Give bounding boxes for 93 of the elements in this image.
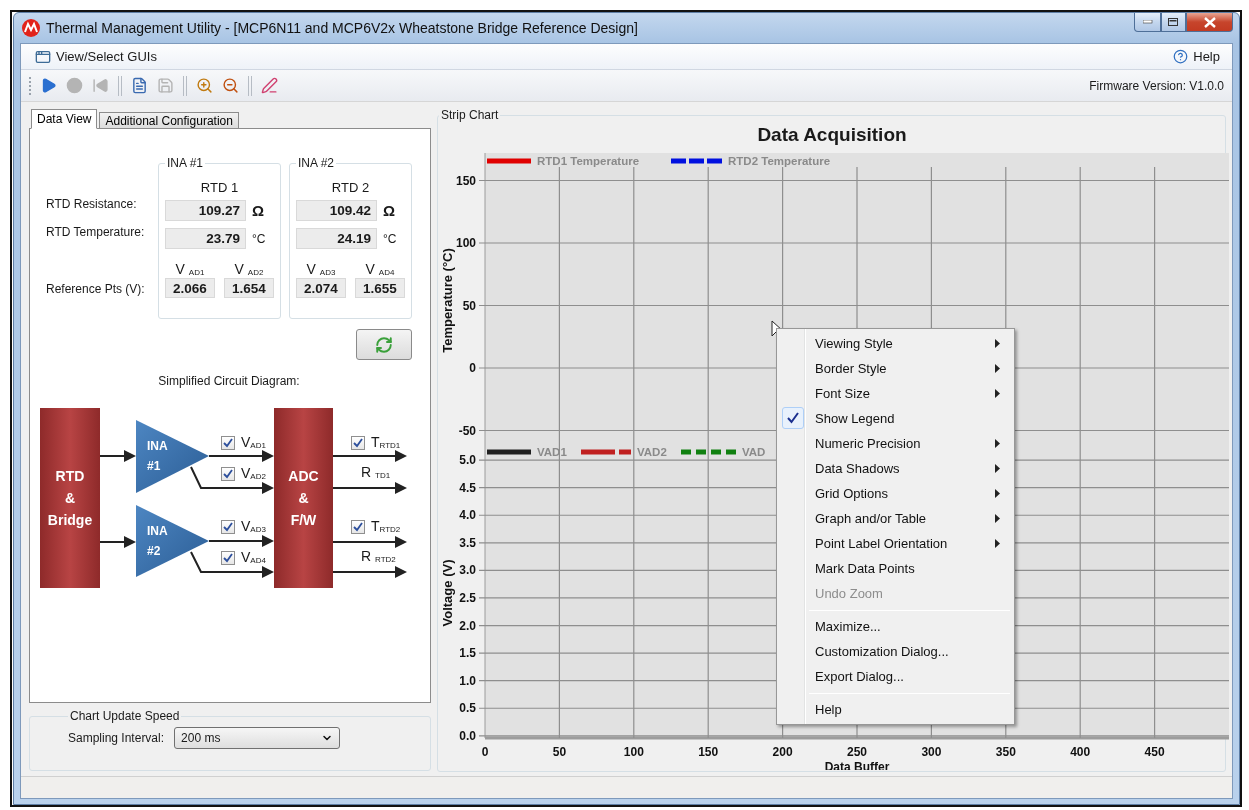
y-tick-label: 3.0 [459, 563, 476, 578]
value-field: 23.79 [165, 228, 246, 249]
value-field: 2.074 [296, 278, 346, 298]
y-tick-label: 50 [462, 298, 476, 313]
unit-label: Ω [252, 202, 265, 219]
y-tick-label: 2.5 [459, 590, 476, 605]
y-axis-title: Temperature (°C) [440, 248, 455, 353]
x-tick-label: 250 [847, 745, 867, 759]
view-menu[interactable]: View/Select GUIs [31, 46, 161, 67]
firmware-version: Firmware Version: V1.0.0 [1089, 78, 1224, 93]
amplifier-label: INA #2 [147, 523, 168, 560]
y-tick-label: 1.5 [459, 646, 476, 661]
x-tick-label: 350 [995, 745, 1016, 759]
window-title: Thermal Management Utility - [MCP6N11 and MCP6V2x Wheatstone Bridge Reference Design] [46, 20, 638, 36]
output-label: T$_{RTD2}$ [371, 518, 401, 534]
legend-label: VAD2 [637, 448, 667, 458]
signal-label: V$_{AD2}$ [241, 465, 266, 481]
signal-label: V$_{AD1}$ [241, 434, 266, 450]
y-tick-label: -50 [458, 423, 476, 438]
tab[interactable]: Data View [31, 109, 98, 129]
chart-title: Data Acquisition [756, 124, 908, 147]
output-label: T$_{RTD1}$ [371, 434, 401, 450]
circuit-block: RTD & Bridge [40, 408, 100, 588]
x-tick-label: 100 [623, 745, 644, 759]
group-title: INA #2 [297, 156, 336, 170]
x-tick-label: 400 [1070, 745, 1091, 759]
rtd-title: RTD 2 [330, 180, 371, 196]
unit-label: °C [383, 231, 397, 246]
tab[interactable]: Additional Configuration [99, 112, 239, 129]
reference-label: V $_{AD3}$ [305, 261, 337, 276]
reference-label: V $_{AD1}$ [174, 261, 206, 276]
group-title: Strip Chart [440, 108, 500, 122]
x-tick-label: 200 [772, 745, 793, 759]
y-tick-label: 4.5 [459, 480, 476, 495]
y-tick-label: 5.0 [459, 453, 476, 468]
group-title: Chart Update Speed [69, 709, 181, 723]
menu-item[interactable]: Graph and/or Table [779, 506, 1012, 531]
legend-label: VAD [742, 448, 766, 458]
x-tick-label: 450 [1144, 745, 1165, 759]
x-tick-label: 0 [481, 745, 489, 759]
output-label: R $_{TD1}$ [361, 464, 391, 480]
circuit-block: ADC & F/W [274, 408, 333, 588]
y-axis-title: Voltage (V) [440, 559, 455, 627]
unit-label: Ω [383, 202, 396, 219]
menu-item[interactable]: Border Style [779, 356, 1012, 381]
y-tick-label: 0.0 [459, 728, 476, 743]
menu-item[interactable]: Help [779, 697, 1012, 722]
menu-item[interactable]: Font Size [779, 381, 1012, 406]
group-title: INA #1 [166, 156, 205, 170]
menu-item[interactable]: Show Legend [779, 406, 1012, 431]
signal-label: V$_{AD3}$ [241, 518, 266, 534]
y-tick-label: 1.0 [459, 673, 476, 688]
x-tick-label: 50 [552, 745, 567, 759]
value-field: 1.654 [224, 278, 274, 298]
diagram-title: Simplified Circuit Diagram: [157, 374, 301, 388]
value-field: 24.19 [296, 228, 377, 249]
row-label: RTD Temperature: [46, 224, 146, 241]
unit-label: °C [252, 231, 266, 246]
reference-label: V $_{AD2}$ [233, 261, 265, 276]
x-tick-label: 150 [698, 745, 719, 759]
menu-item[interactable]: Viewing Style [779, 331, 1012, 356]
menu-item[interactable]: Data Shadows [779, 456, 1012, 481]
y-tick-label: 0 [469, 361, 476, 375]
value-field: 109.42 [296, 200, 377, 221]
help-menu[interactable]: Help [1169, 47, 1224, 66]
output-label: R $_{RTD2}$ [361, 548, 396, 564]
menu-item[interactable]: Point Label Orientation [779, 531, 1012, 556]
y-tick-label: 100 [455, 236, 476, 250]
y-tick-label: 3.5 [459, 535, 476, 550]
field-label: Sampling Interval: [68, 731, 165, 745]
menu-item[interactable]: Mark Data Points [779, 556, 1012, 581]
menu-item[interactable]: Maximize... [779, 614, 1012, 639]
value-field: 1.655 [355, 278, 405, 298]
interval-dropdown[interactable]: 200 ms [174, 727, 341, 749]
menu-item[interactable]: Export Dialog... [779, 664, 1012, 689]
legend-label: RTD1 Temperature [537, 155, 640, 167]
y-tick-label: 4.0 [459, 508, 476, 523]
row-label: Reference Pts (V): [46, 281, 146, 298]
amplifier-label: INA #1 [147, 438, 168, 475]
row-label: RTD Resistance: [46, 196, 138, 213]
menu-item[interactable]: Grid Options [779, 481, 1012, 506]
y-tick-label: 150 [455, 173, 476, 188]
x-tick-label: 300 [921, 745, 942, 759]
legend-label: RTD2 Temperature [728, 155, 831, 167]
value-field: 2.066 [165, 278, 215, 298]
menu-item[interactable]: Customization Dialog... [779, 639, 1012, 664]
signal-label: V$_{AD4}$ [241, 549, 266, 565]
reference-label: V $_{AD4}$ [364, 261, 396, 276]
value-field: 109.27 [165, 200, 246, 221]
rtd-title: RTD 1 [199, 180, 240, 196]
y-tick-label: 2.0 [459, 618, 476, 633]
menu-item[interactable]: Numeric Precision [779, 431, 1012, 456]
y-tick-label: 0.5 [459, 701, 476, 716]
